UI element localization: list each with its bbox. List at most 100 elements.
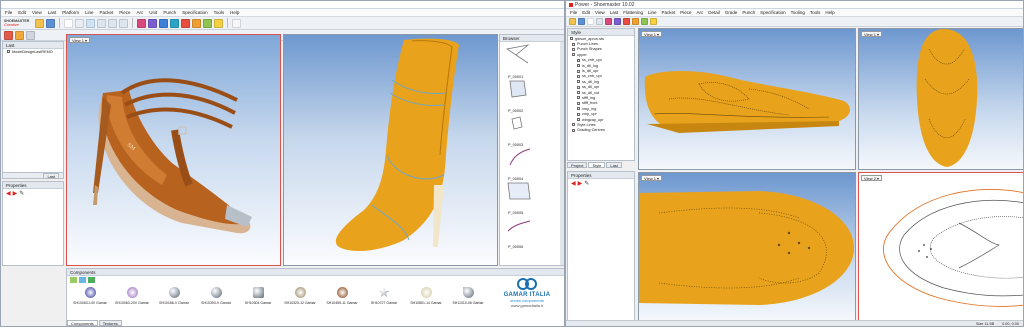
browser-item[interactable]: P_00004 xyxy=(504,145,534,181)
menu-view[interactable]: View xyxy=(595,10,605,15)
tab-project[interactable]: Project xyxy=(567,162,588,168)
browser-item[interactable]: P_00005 xyxy=(504,179,534,215)
checkbox-icon[interactable] xyxy=(577,118,580,122)
zoom-icon[interactable] xyxy=(596,18,603,25)
zoom-fit-icon[interactable] xyxy=(108,18,118,28)
tree-item[interactable]: Grading Centres xyxy=(568,128,634,133)
pin-icon[interactable]: ✎ xyxy=(584,181,589,187)
save-icon[interactable] xyxy=(46,18,56,28)
front-view[interactable]: View 1 ▾ xyxy=(858,28,1023,170)
pin-icon[interactable]: ✎ xyxy=(19,191,24,197)
menu-piece[interactable]: Piece xyxy=(680,10,691,15)
browser-item[interactable]: P_00002 xyxy=(504,77,534,113)
menu-grade[interactable]: Grade xyxy=(725,10,738,15)
measure-icon[interactable] xyxy=(232,18,242,28)
rotate-icon[interactable] xyxy=(86,18,96,28)
arrow-right-icon[interactable]: ▶ xyxy=(13,191,18,197)
side-view[interactable]: View 1 ▾ xyxy=(638,28,856,170)
checkbox-icon[interactable] xyxy=(577,64,580,68)
component-folder-icon[interactable] xyxy=(79,277,86,283)
checkbox-icon[interactable] xyxy=(577,107,580,111)
component-item[interactable]: SH11010-06 Gamar xyxy=(447,287,489,305)
component-item[interactable]: SH10393-V Gamar xyxy=(195,287,237,305)
menu-flattening[interactable]: Flattening xyxy=(623,10,643,15)
render-icon[interactable] xyxy=(623,18,630,25)
menu-packet[interactable]: Packet xyxy=(662,10,676,15)
component-item[interactable]: SH10063-14V Gamar xyxy=(69,287,111,305)
view-side-icon[interactable] xyxy=(614,18,621,25)
component-item[interactable]: SH10320-12 Gamar xyxy=(279,287,321,305)
checkbox-icon[interactable] xyxy=(577,112,580,116)
checkbox-icon[interactable] xyxy=(577,74,580,78)
component-item[interactable]: SH10455-11 Gamar xyxy=(321,287,363,305)
checkbox-icon[interactable] xyxy=(577,91,580,95)
menu-packet[interactable]: Packet xyxy=(100,10,114,15)
zoom-icon[interactable] xyxy=(97,18,107,28)
tab-style[interactable]: Style xyxy=(588,162,606,168)
browser-item[interactable]: P_00001 xyxy=(504,43,534,79)
menu-tools[interactable]: Tools xyxy=(810,10,821,15)
wire-icon[interactable] xyxy=(203,18,213,28)
checkbox-icon[interactable] xyxy=(572,123,575,127)
save-icon[interactable] xyxy=(578,18,585,25)
menu-file[interactable]: File xyxy=(570,10,577,15)
expand-icon[interactable] xyxy=(7,50,10,54)
checkbox-icon[interactable] xyxy=(577,101,580,105)
view-front-icon[interactable] xyxy=(605,18,612,25)
menu-punch[interactable]: Punch xyxy=(163,10,176,15)
browser-scrollbar[interactable] xyxy=(560,42,564,265)
checkbox-icon[interactable] xyxy=(577,80,580,84)
view-side-icon[interactable] xyxy=(148,18,158,28)
light-icon[interactable] xyxy=(650,18,657,25)
menu-arc[interactable]: Arc xyxy=(137,10,144,15)
menu-file[interactable]: File xyxy=(5,10,12,15)
menu-unit[interactable]: Unit xyxy=(149,10,157,15)
menu-tooling[interactable]: Tooling xyxy=(791,10,805,15)
pencil-icon[interactable] xyxy=(15,30,24,40)
menu-help[interactable]: Help xyxy=(825,10,834,15)
menu-detail[interactable]: Detail xyxy=(708,10,720,15)
open-icon[interactable] xyxy=(35,18,45,28)
menu-edit[interactable]: Edit xyxy=(582,10,590,15)
browser-item[interactable]: P_00003 xyxy=(504,111,534,147)
light-icon[interactable] xyxy=(214,18,224,28)
component-add-icon[interactable] xyxy=(70,277,77,283)
browser-item[interactable]: P_00006 xyxy=(504,213,534,249)
move-icon[interactable] xyxy=(75,18,85,28)
tab-last[interactable]: Last xyxy=(43,173,59,179)
checkbox-icon[interactable] xyxy=(577,85,580,89)
menu-specification[interactable]: Specification xyxy=(182,10,208,15)
menu-tools[interactable]: Tools xyxy=(214,10,225,15)
checkbox-icon[interactable] xyxy=(577,58,580,62)
component-refresh-icon[interactable] xyxy=(88,277,95,283)
menu-edit[interactable]: Edit xyxy=(18,10,26,15)
menu-view[interactable]: View xyxy=(32,10,42,15)
top-view[interactable]: View 1 ▾ xyxy=(638,172,856,322)
undo-icon[interactable] xyxy=(26,30,35,40)
menu-last[interactable]: Last xyxy=(48,10,57,15)
menu-arc[interactable]: Arc xyxy=(697,10,704,15)
checkbox-icon[interactable] xyxy=(572,128,575,132)
shade-icon[interactable] xyxy=(632,18,639,25)
arrow-left-icon[interactable]: ◀ xyxy=(6,191,11,197)
view-1[interactable]: View 1 ▾ SM xyxy=(66,34,281,266)
menu-punch[interactable]: Punch xyxy=(742,10,755,15)
tab-textures[interactable]: Textures xyxy=(98,320,122,326)
view-iso-icon[interactable] xyxy=(170,18,180,28)
menu-piece[interactable]: Piece xyxy=(119,10,130,15)
view-front-icon[interactable] xyxy=(137,18,147,28)
tab-last[interactable]: Last xyxy=(606,162,622,168)
menu-help[interactable]: Help xyxy=(230,10,239,15)
view-2[interactable] xyxy=(283,34,498,266)
menu-specification[interactable]: Specification xyxy=(760,10,786,15)
component-item[interactable]: SH10063-20V Gamar xyxy=(111,287,153,305)
menu-line[interactable]: Line xyxy=(648,10,657,15)
shade-icon[interactable] xyxy=(192,18,202,28)
menu-platform[interactable]: Platform xyxy=(62,10,79,15)
checkbox-icon[interactable] xyxy=(577,96,580,100)
menu-line[interactable]: Line xyxy=(85,10,94,15)
expand-icon[interactable] xyxy=(572,47,575,51)
select-icon[interactable] xyxy=(64,18,74,28)
flattened-view[interactable]: View 2 ▾ xyxy=(858,172,1023,322)
component-item[interactable]: SH10186-V Gamar xyxy=(153,287,195,305)
